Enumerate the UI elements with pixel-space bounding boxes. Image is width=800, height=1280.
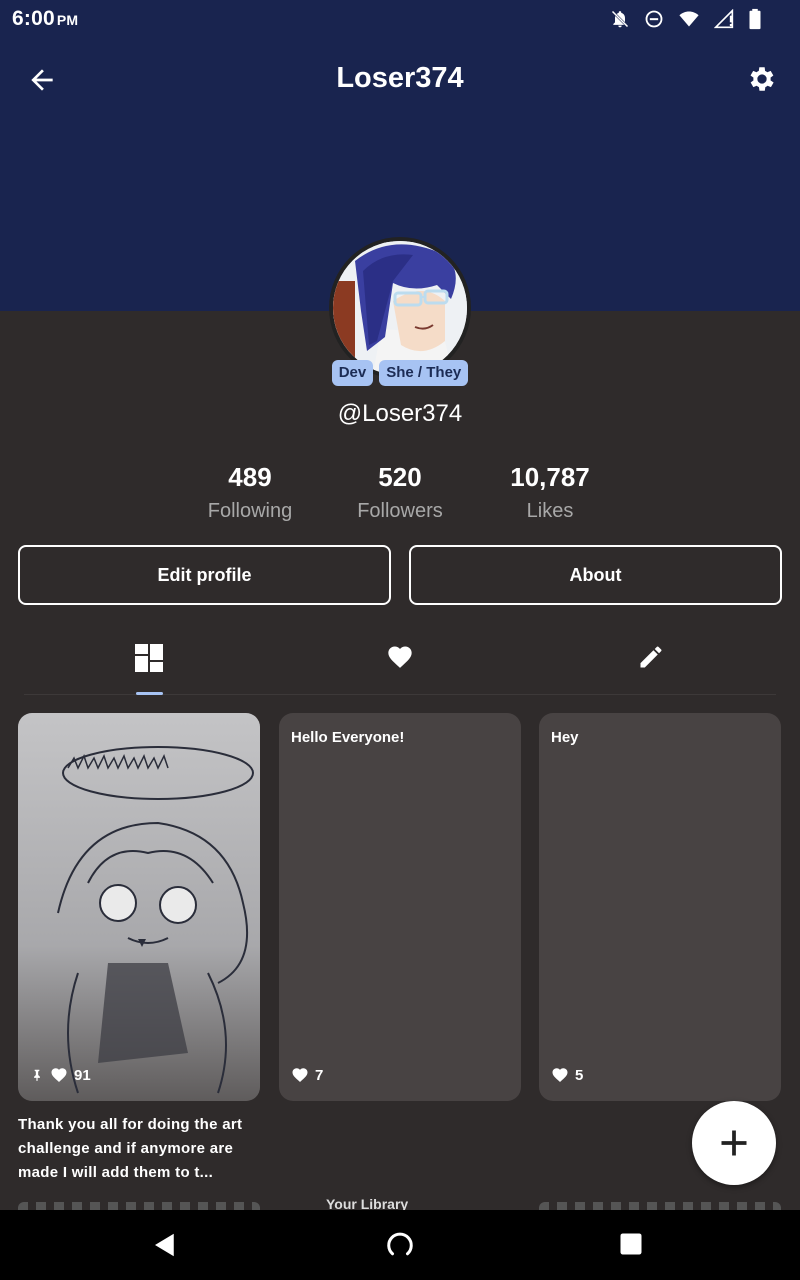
peek-card: [18, 1202, 260, 1210]
next-row-peek: Your Library: [0, 1198, 800, 1210]
bell-off-icon: [611, 10, 629, 28]
stat-label: Followers: [357, 500, 443, 522]
settings-button[interactable]: [746, 63, 778, 95]
system-nav-bar: [0, 1210, 800, 1280]
badge-row: Dev She / They: [0, 360, 800, 386]
username-handle: @Loser374: [337, 400, 463, 427]
recents-square-icon: [620, 1233, 642, 1255]
back-triangle-icon: [155, 1233, 174, 1257]
do-not-disturb-icon: [645, 10, 663, 28]
tab-selected-indicator: [136, 692, 163, 695]
post-likes: 5: [551, 1066, 583, 1084]
pronoun-badge: She / They: [379, 360, 469, 386]
stat-value: 489: [228, 462, 272, 492]
peek-card-text: Your Library: [326, 1198, 409, 1210]
tab-drafts[interactable]: [621, 635, 681, 695]
avatar[interactable]: [329, 237, 471, 379]
heart-icon: [292, 1068, 308, 1082]
pencil-icon: [640, 646, 662, 668]
status-bar: 6:00 PM: [0, 0, 800, 38]
heart-icon: [51, 1068, 67, 1082]
nav-recents-button[interactable]: [617, 1230, 647, 1260]
post-card[interactable]: Hey 5: [539, 713, 781, 1101]
top-app-bar: Loser374: [0, 50, 800, 110]
post-card[interactable]: Hello Everyone! 7: [279, 713, 521, 1101]
page-title: Loser374: [336, 62, 464, 94]
like-count: 7: [315, 1066, 324, 1084]
signal-icon: [714, 9, 734, 29]
heart-icon: [388, 646, 412, 668]
nav-home-button[interactable]: [385, 1230, 415, 1260]
like-count: 5: [575, 1066, 584, 1084]
sketch-image: [18, 713, 260, 1101]
heart-icon: [552, 1068, 568, 1082]
gear-icon: [750, 67, 774, 91]
tab-liked[interactable]: [370, 635, 430, 695]
stat-following[interactable]: 489 Following: [175, 462, 325, 523]
stat-likes: 10,787 Likes: [475, 462, 625, 523]
battery-icon: [749, 8, 761, 30]
role-badge: Dev: [331, 360, 374, 386]
nav-back-button[interactable]: [150, 1230, 180, 1260]
create-post-button[interactable]: [692, 1101, 776, 1185]
post-likes: 7: [291, 1066, 323, 1084]
grid-icon: [135, 644, 163, 672]
peek-card: [539, 1202, 781, 1210]
stat-label: Following: [207, 500, 293, 522]
wifi-icon: [679, 11, 699, 27]
content-tabs: [24, 635, 776, 695]
post-card[interactable]: 91: [18, 713, 260, 1101]
stat-followers[interactable]: 520 Followers: [325, 462, 475, 523]
status-time: 6:00 PM: [12, 7, 79, 30]
stats-row: 489 Following 520 Followers 10,787 Likes: [0, 462, 800, 532]
edit-profile-button[interactable]: Edit profile: [18, 545, 391, 605]
pin-icon: [34, 1069, 40, 1081]
post-caption[interactable]: Thank you all for doing the art challeng…: [18, 1113, 268, 1185]
stat-label: Likes: [526, 500, 574, 522]
home-circle-icon: [387, 1232, 413, 1256]
stat-value: 520: [378, 462, 422, 492]
about-button[interactable]: About: [409, 545, 782, 605]
stat-value: 10,787: [510, 462, 590, 492]
post-text: Hello Everyone!: [291, 729, 405, 746]
tab-posts[interactable]: [119, 635, 179, 695]
avatar-image: [333, 241, 467, 375]
plus-icon: [721, 1130, 747, 1156]
like-count: 91: [74, 1066, 91, 1084]
post-likes: 91: [30, 1066, 91, 1084]
post-text: Hey: [551, 729, 579, 746]
